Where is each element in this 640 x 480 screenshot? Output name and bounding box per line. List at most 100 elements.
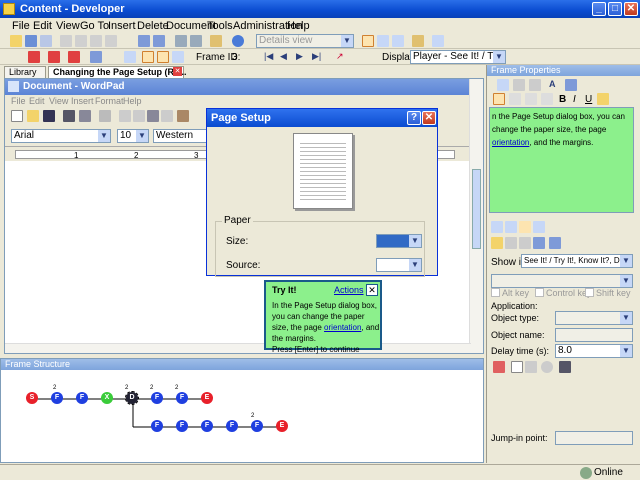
shift-key-checkbox[interactable] bbox=[585, 288, 594, 297]
fp-tab-1-icon[interactable] bbox=[491, 221, 503, 233]
fp-italic-icon[interactable]: I bbox=[573, 94, 576, 105]
fp-justify-icon[interactable] bbox=[541, 93, 553, 105]
window-title-bar[interactable]: Content - Developer _ □ ✕ bbox=[0, 0, 640, 18]
close-button[interactable]: ✕ bbox=[624, 2, 638, 16]
help-icon[interactable] bbox=[232, 35, 244, 47]
frame-node-end[interactable]: E bbox=[201, 392, 213, 404]
copy-icon[interactable] bbox=[75, 35, 87, 47]
maximize-button[interactable]: □ bbox=[608, 2, 622, 16]
fp-tool-3-icon[interactable] bbox=[519, 237, 531, 249]
fp-tool-5-icon[interactable] bbox=[549, 237, 561, 249]
fp-tab-4-icon[interactable] bbox=[533, 221, 545, 233]
fp-action-2-icon[interactable] bbox=[511, 361, 523, 373]
tab-library[interactable]: Library bbox=[4, 66, 46, 78]
menu-insert[interactable]: Insert bbox=[108, 20, 136, 32]
frame-text-editor[interactable]: n the Page Setup dialog box, you can cha… bbox=[489, 107, 634, 213]
layout-3-icon[interactable] bbox=[392, 35, 404, 47]
frame-node[interactable]: F bbox=[51, 392, 63, 404]
decision-icon[interactable] bbox=[90, 51, 102, 63]
menu-edit[interactable]: Edit bbox=[33, 20, 52, 32]
prev-frame-icon[interactable]: ◀ bbox=[280, 51, 292, 63]
menu-file[interactable]: File bbox=[12, 20, 30, 32]
layout-1-icon[interactable] bbox=[362, 35, 374, 47]
delete-frame-icon[interactable] bbox=[48, 51, 60, 63]
chevron-down-icon[interactable]: ▼ bbox=[493, 51, 505, 63]
select-tool-icon[interactable] bbox=[142, 51, 154, 63]
first-frame-icon[interactable]: |◀ bbox=[264, 51, 276, 63]
fp-action-4-icon[interactable] bbox=[559, 361, 571, 373]
alt-key-checkbox[interactable] bbox=[491, 288, 500, 297]
fp-tool-4-icon[interactable] bbox=[533, 237, 545, 249]
chevron-down-icon[interactable]: ▼ bbox=[341, 35, 353, 47]
cut-icon[interactable] bbox=[60, 35, 72, 47]
tab-changing-page-setup[interactable]: Changing the Page Setup (Re... bbox=[48, 66, 187, 78]
pointer-tool-icon[interactable] bbox=[157, 51, 169, 63]
fp-tab-3-icon[interactable] bbox=[519, 221, 531, 233]
fp-align-right-icon[interactable] bbox=[525, 93, 537, 105]
frame-node[interactable]: F bbox=[201, 420, 213, 432]
delay-time-combo[interactable]: 8.0 ▼ bbox=[555, 344, 633, 358]
properties-icon[interactable] bbox=[210, 35, 222, 47]
fp-refresh-icon[interactable] bbox=[541, 361, 553, 373]
menu-tools[interactable]: Tools bbox=[207, 20, 233, 32]
chevron-down-icon[interactable]: ▼ bbox=[620, 345, 632, 357]
fp-action-1-icon[interactable] bbox=[493, 361, 505, 373]
preview-icon[interactable] bbox=[432, 35, 444, 47]
undo-icon[interactable] bbox=[138, 35, 150, 47]
frame-node[interactable]: F bbox=[76, 392, 88, 404]
fp-paste-icon[interactable] bbox=[529, 79, 541, 91]
try-it-bubble[interactable]: Try It! Actions ✕ In the Page Setup dial… bbox=[264, 280, 382, 354]
menu-delete[interactable]: Delete bbox=[137, 20, 169, 32]
fp-tool-2-icon[interactable] bbox=[505, 237, 517, 249]
scroll-thumb[interactable] bbox=[472, 169, 481, 249]
minimize-button[interactable]: _ bbox=[592, 2, 606, 16]
fp-font-icon[interactable]: A bbox=[549, 79, 561, 91]
frame-node[interactable]: F bbox=[226, 420, 238, 432]
frame-node-start[interactable]: S bbox=[26, 392, 38, 404]
fp-highlight-icon[interactable] bbox=[597, 93, 609, 105]
paste-icon[interactable] bbox=[90, 35, 102, 47]
tab-close-icon[interactable]: ✕ bbox=[173, 67, 182, 76]
fp-format-icon[interactable] bbox=[565, 79, 577, 91]
branch-icon[interactable] bbox=[68, 51, 80, 63]
frame-node[interactable]: F bbox=[151, 392, 163, 404]
frame-node-decision[interactable]: D bbox=[125, 391, 139, 405]
fp-action-3-icon[interactable] bbox=[525, 361, 537, 373]
last-frame-icon[interactable]: ▶| bbox=[312, 51, 324, 63]
fp-underline-icon[interactable]: U bbox=[585, 94, 592, 105]
delete-icon[interactable] bbox=[105, 35, 117, 47]
fp-tab-2-icon[interactable] bbox=[505, 221, 517, 233]
redo-icon[interactable] bbox=[153, 35, 165, 47]
frame-node[interactable]: F bbox=[176, 392, 188, 404]
menu-goto[interactable]: Go To bbox=[80, 20, 109, 32]
frame-node[interactable]: F bbox=[251, 420, 263, 432]
check-out-icon[interactable] bbox=[190, 35, 202, 47]
display-combo[interactable]: Player - See It! / Try It! ▼ bbox=[410, 50, 506, 64]
menu-help[interactable]: Help bbox=[287, 20, 310, 32]
try-it-actions-link[interactable]: Actions bbox=[334, 285, 364, 295]
fp-orientation-link[interactable]: orientation bbox=[492, 138, 529, 147]
fp-insert-icon[interactable] bbox=[497, 79, 509, 91]
frame-node-explanation[interactable]: X bbox=[101, 392, 113, 404]
new-icon[interactable] bbox=[10, 35, 22, 47]
frame-node[interactable]: F bbox=[151, 420, 163, 432]
fp-tool-1-icon[interactable] bbox=[491, 237, 503, 249]
jump-icon[interactable]: ↗ bbox=[336, 51, 348, 63]
fp-bold-icon[interactable]: B bbox=[559, 94, 566, 105]
layout-2-icon[interactable] bbox=[377, 35, 389, 47]
view-combo[interactable]: Details view ▼ bbox=[256, 34, 354, 48]
text-tool-icon[interactable] bbox=[172, 51, 184, 63]
fp-copy-icon[interactable] bbox=[513, 79, 525, 91]
frame-node-end[interactable]: E bbox=[276, 420, 288, 432]
check-in-icon[interactable] bbox=[175, 35, 187, 47]
frame-prev-icon[interactable] bbox=[124, 51, 136, 63]
try-it-close-icon[interactable]: ✕ bbox=[366, 284, 378, 296]
publish-icon[interactable] bbox=[412, 35, 424, 47]
next-frame-icon[interactable]: ▶ bbox=[296, 51, 308, 63]
chevron-down-icon[interactable]: ▼ bbox=[620, 255, 632, 267]
frame-node[interactable]: F bbox=[176, 420, 188, 432]
frame-vertical-scrollbar[interactable] bbox=[469, 79, 483, 353]
control-key-checkbox[interactable] bbox=[535, 288, 544, 297]
fp-align-center-icon[interactable] bbox=[509, 93, 521, 105]
frame-horizontal-scrollbar[interactable] bbox=[5, 343, 471, 353]
